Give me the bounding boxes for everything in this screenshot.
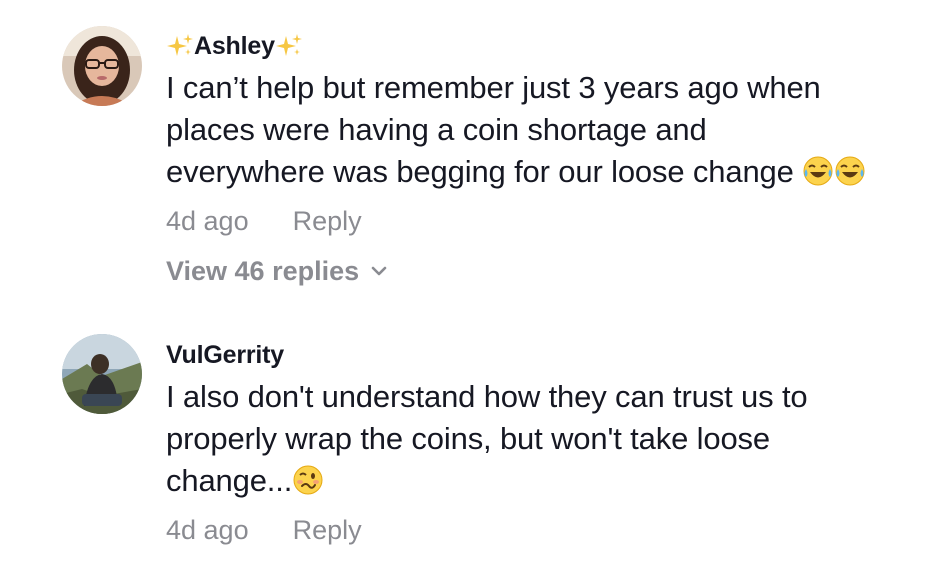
- comment-text: I can’t help but remember just 3 years a…: [166, 67, 918, 193]
- comment-text-line: I can’t help but remember just 3 years a…: [166, 70, 821, 105]
- comment-timestamp: 4d ago: [166, 515, 249, 545]
- comment-username[interactable]: VulGerrity: [166, 336, 918, 374]
- comment-text-line: I also don't understand how they can tru…: [166, 379, 808, 414]
- face-with-tears-of-joy-icon: [802, 155, 834, 187]
- view-replies-label: View 46 replies: [166, 256, 360, 286]
- view-replies-button[interactable]: View 46 replies: [166, 251, 918, 291]
- chevron-down-icon: [369, 261, 389, 281]
- comment-text-line: properly wrap the coins, but won't take …: [166, 421, 771, 456]
- comment-meta: 4d ago Reply: [166, 201, 918, 241]
- avatar[interactable]: [62, 334, 142, 414]
- comment-text-line-content: change...: [166, 463, 293, 498]
- comment-username[interactable]: Ashley: [166, 27, 918, 65]
- sparkles-icon: [166, 32, 194, 60]
- avatar[interactable]: [62, 26, 142, 106]
- comment-timestamp: 4d ago: [166, 206, 249, 236]
- comment-meta: 4d ago Reply: [166, 510, 918, 550]
- comment-text-line: everywhere was begging for our loose cha…: [166, 151, 918, 193]
- reply-button[interactable]: Reply: [293, 510, 362, 550]
- username-text: VulGerrity: [166, 341, 284, 369]
- user-avatar-icon: [62, 26, 142, 106]
- comment-text-line: places were having a coin shortage and: [166, 112, 707, 147]
- face-with-tears-of-joy-icon: [834, 155, 866, 187]
- username-text: Ashley: [194, 32, 275, 60]
- comment-text-line: change...: [166, 460, 918, 502]
- sparkles-icon: [275, 32, 303, 60]
- reply-button[interactable]: Reply: [293, 201, 362, 241]
- comment-text-line-content: everywhere was begging for our loose cha…: [166, 154, 794, 189]
- woozy-face-icon: [292, 464, 324, 496]
- user-avatar-icon: [62, 334, 142, 414]
- comment-text: I also don't understand how they can tru…: [166, 376, 918, 502]
